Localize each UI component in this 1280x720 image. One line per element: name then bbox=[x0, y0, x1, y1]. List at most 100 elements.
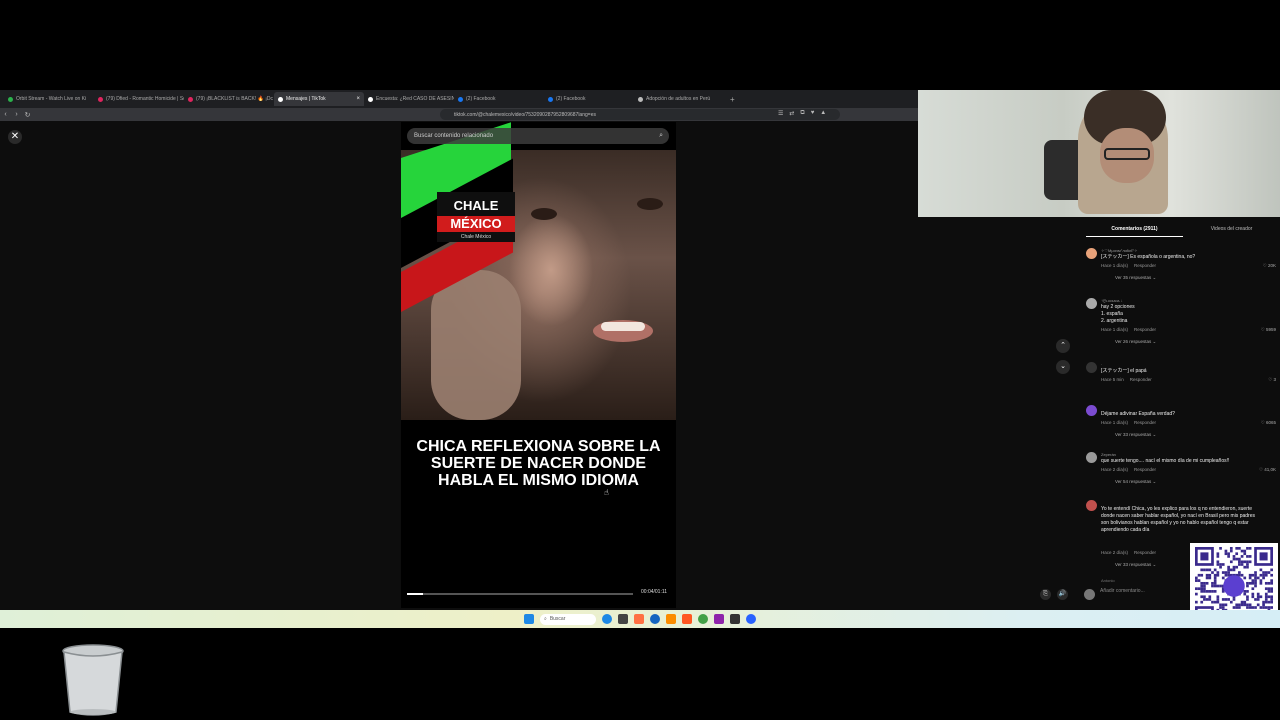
like-count[interactable]: ♡ 3 bbox=[1268, 377, 1276, 383]
copy-link-button[interactable]: ⎘ bbox=[1040, 589, 1051, 600]
browser-tab-bar: Orbit Stream - Watch Live on Ki (79) Dfie… bbox=[0, 90, 918, 108]
tab-label: Orbit Stream - Watch Live on Ki bbox=[16, 96, 87, 102]
like-count[interactable]: ♡ 20K bbox=[1263, 263, 1276, 269]
like-count[interactable]: ♡ 41,0K bbox=[1259, 467, 1276, 473]
comment-user-partial: Antonio bbox=[1101, 578, 1115, 583]
taskbar-app-icon[interactable] bbox=[650, 614, 660, 624]
chevron-up-icon: ⌃ bbox=[1060, 342, 1066, 349]
view-replies-button[interactable]: Ver 35 respuestas ⌄ bbox=[1115, 275, 1156, 281]
browser-tab[interactable]: (2) Facebook bbox=[544, 92, 634, 106]
browser-tab[interactable]: (79) ¡BLACKLIST is BACK! 🔥 ¡Dc bbox=[184, 92, 274, 106]
forward-button[interactable]: › bbox=[11, 111, 22, 118]
back-button[interactable]: ‹ bbox=[0, 111, 11, 118]
avatar[interactable] bbox=[1086, 452, 1097, 463]
extension-icon[interactable]: ♥ bbox=[811, 110, 815, 117]
comment-meta: Hace 5 min Responder bbox=[1101, 377, 1158, 382]
reply-button[interactable]: Responder bbox=[1134, 467, 1156, 472]
avatar[interactable] bbox=[1086, 362, 1097, 373]
like-count[interactable]: ♡ 5959 bbox=[1261, 327, 1276, 333]
taskbar-search-label: Buscar bbox=[549, 616, 566, 622]
taskbar-search[interactable]: ⌕ Buscar bbox=[540, 613, 596, 625]
taskbar-app-icon[interactable] bbox=[746, 614, 756, 624]
tab-label: (2) Facebook bbox=[556, 96, 586, 102]
volume-button[interactable]: 🔊 bbox=[1057, 589, 1068, 600]
comment-time: Hace 2 día(s) bbox=[1101, 467, 1129, 472]
close-video-button[interactable]: ✕ bbox=[8, 130, 22, 144]
comment-username[interactable]: · bbox=[1101, 362, 1102, 367]
eye-shape bbox=[637, 198, 663, 210]
avatar[interactable] bbox=[1086, 405, 1097, 416]
comment-time: Hace 5 min bbox=[1101, 377, 1124, 382]
url-text: tiktok.com/@chalemexico/video/7532090287… bbox=[454, 111, 596, 118]
tab-favicon-icon bbox=[8, 96, 13, 102]
windows-taskbar: ⌕ Buscar bbox=[0, 610, 1280, 628]
video-player[interactable]: CHALE MÉXICO Chale México Buscar conteni… bbox=[401, 122, 676, 608]
reload-button[interactable]: ↻ bbox=[22, 111, 33, 119]
close-icon: ✕ bbox=[10, 131, 20, 142]
prev-video-button[interactable]: ⌃ bbox=[1056, 339, 1070, 353]
extension-icon[interactable]: ▲ bbox=[820, 110, 826, 117]
tab-label: Mensajes | TikTok bbox=[286, 96, 326, 102]
taskbar-app-icon[interactable] bbox=[618, 614, 628, 624]
comment-text: Yo te entendí Chica, yo les explico para… bbox=[1101, 506, 1255, 533]
comment-text: Déjame adivinar España verdad? bbox=[1101, 411, 1175, 417]
browser-tab[interactable]: Encuesta: ¿Red CASO DE ASESINA? bbox=[364, 92, 454, 106]
reply-button[interactable]: Responder bbox=[1134, 263, 1156, 268]
windows-start-icon[interactable] bbox=[524, 614, 534, 624]
taskbar-app-icon[interactable] bbox=[602, 614, 612, 624]
comment-input[interactable]: Añadir comentario... bbox=[1100, 588, 1190, 600]
search-icon[interactable]: ⌕ bbox=[659, 132, 663, 140]
extension-icon[interactable]: ⇄ bbox=[789, 110, 794, 117]
hand-shape bbox=[431, 270, 521, 420]
related-search-bar[interactable]: Buscar contenido relacionado ⌕ bbox=[407, 128, 669, 144]
tab-favicon-icon bbox=[638, 96, 643, 102]
webcam-overlay bbox=[918, 90, 1280, 217]
view-replies-button[interactable]: Ver 26 respuestas ⌄ bbox=[1115, 339, 1156, 345]
comment-username[interactable]: ↑ღʟᴜᴄɪᴀɴᴀ ↓ bbox=[1101, 298, 1123, 303]
tab-comments[interactable]: Comentarios (2911) bbox=[1086, 223, 1183, 237]
new-tab-button[interactable]: + bbox=[730, 95, 735, 104]
extension-icon[interactable]: ⧉ bbox=[800, 110, 804, 117]
comment-username[interactable]: ✧♡Мμαчм°лαℓιєℓ°✧ bbox=[1101, 248, 1137, 253]
comment-text: [ステッカー] el papá bbox=[1101, 368, 1147, 374]
browser-tab[interactable]: Orbit Stream - Watch Live on Ki bbox=[4, 92, 94, 106]
extension-icon[interactable]: ☰ bbox=[778, 110, 783, 117]
browser-tab[interactable]: Adopción de adultos en Perú bbox=[634, 92, 724, 106]
like-count[interactable]: ♡ 6065 bbox=[1261, 420, 1276, 426]
screen: Orbit Stream - Watch Live on Ki (79) Dfie… bbox=[0, 90, 1280, 628]
browser-tab[interactable]: Mensajes | TikTok × bbox=[274, 92, 364, 106]
tab-creator-videos[interactable]: Videos del creador bbox=[1183, 223, 1280, 237]
view-replies-button[interactable]: Ver 54 respuestas ⌄ bbox=[1115, 479, 1156, 485]
comment-username[interactable]: Zeperán bbox=[1101, 452, 1116, 457]
browser-tab[interactable]: (79) Dfied - Romantic Homicide | Sol bbox=[94, 92, 184, 106]
browser-tab[interactable]: (2) Facebook bbox=[454, 92, 544, 106]
video-caption: CHICA REFLEXIONA SOBRE LA SUERTE DE NACE… bbox=[416, 438, 661, 489]
avatar[interactable] bbox=[1086, 298, 1097, 309]
taskbar-app-icon[interactable] bbox=[698, 614, 708, 624]
taskbar-app-icon[interactable] bbox=[634, 614, 644, 624]
tab-favicon-icon bbox=[368, 96, 373, 102]
view-replies-button[interactable]: Ver 33 respuestas ⌄ bbox=[1115, 432, 1156, 438]
tab-label: Encuesta: ¿Red CASO DE ASESINA? bbox=[376, 96, 454, 102]
reply-button[interactable]: Responder bbox=[1134, 420, 1156, 425]
tab-close-icon[interactable]: × bbox=[356, 96, 360, 102]
avatar[interactable] bbox=[1086, 248, 1097, 259]
logo-text-mid: MÉXICO bbox=[437, 216, 515, 232]
taskbar-apps bbox=[602, 614, 756, 624]
reply-button[interactable]: Responder bbox=[1130, 377, 1152, 382]
tab-favicon-icon bbox=[188, 96, 193, 102]
next-video-button[interactable]: ⌄ bbox=[1056, 360, 1070, 374]
reply-button[interactable]: Responder bbox=[1134, 327, 1156, 332]
taskbar-app-icon[interactable] bbox=[714, 614, 724, 624]
taskbar-app-icon[interactable] bbox=[730, 614, 740, 624]
video-progress-bar[interactable] bbox=[407, 593, 633, 595]
comment-text: que suerte tengo.... nací el mismo día d… bbox=[1101, 458, 1230, 464]
reply-button[interactable]: Responder bbox=[1134, 550, 1156, 555]
taskbar-app-icon[interactable] bbox=[666, 614, 676, 624]
avatar[interactable] bbox=[1086, 500, 1097, 511]
taskbar-app-icon[interactable] bbox=[682, 614, 692, 624]
view-replies-button[interactable]: Ver 33 respuestas ⌄ bbox=[1115, 562, 1156, 568]
tab-favicon-icon bbox=[548, 96, 553, 102]
tab-label: (2) Facebook bbox=[466, 96, 496, 102]
logo-text-sub: Chale México bbox=[460, 234, 492, 240]
